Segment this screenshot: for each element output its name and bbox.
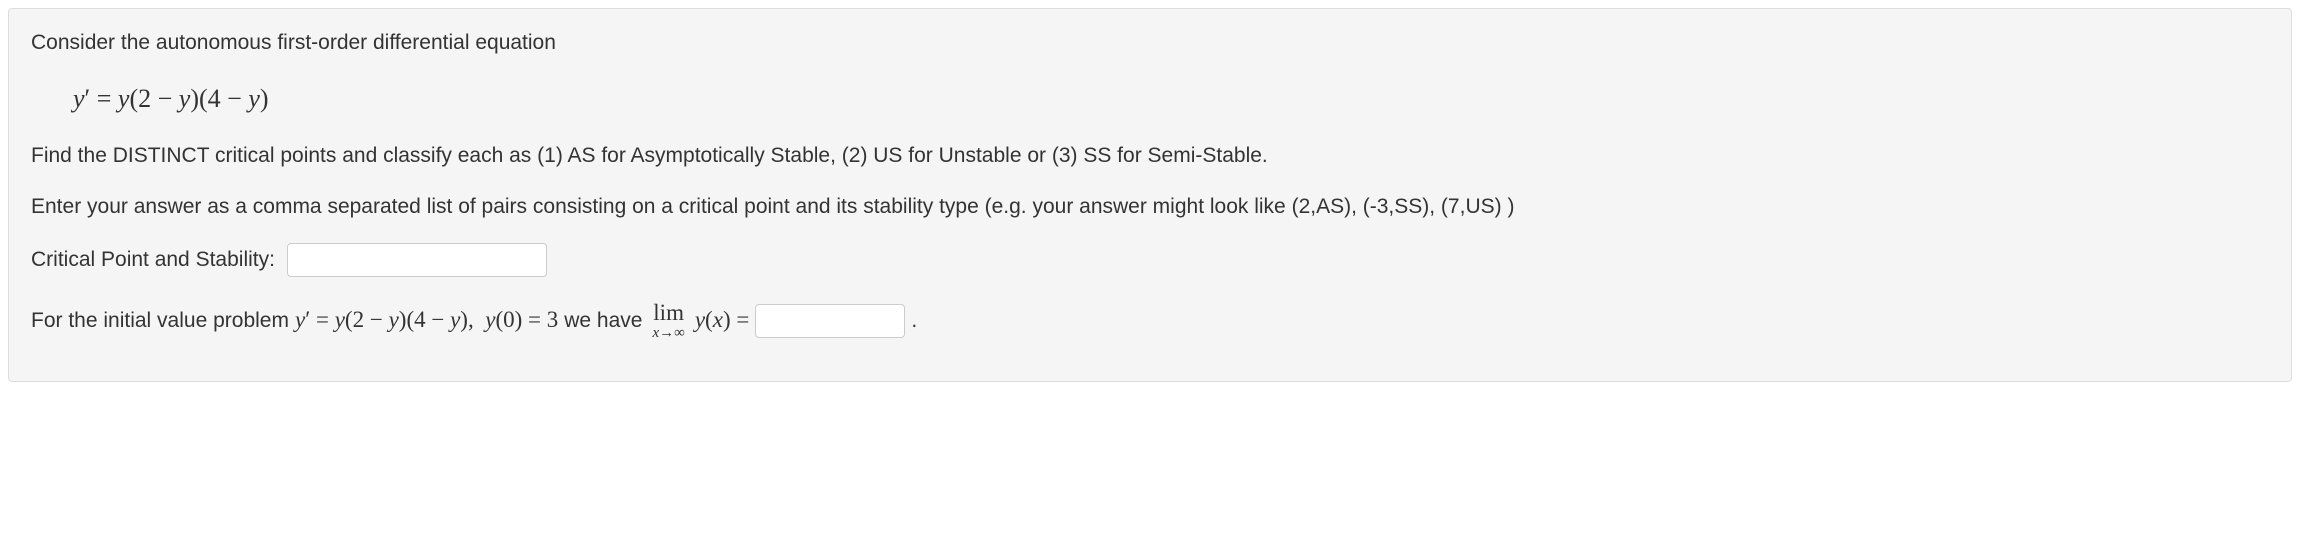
problem-container: Consider the autonomous first-order diff… [8, 8, 2292, 382]
intro-text: Consider the autonomous first-order diff… [31, 27, 2269, 59]
ivp-equation: y′ = y(2 − y)(4 − y), y(0) = 3 [295, 303, 558, 338]
ivp-after-limit: y(x) = [695, 303, 750, 338]
ivp-row: For the initial value problem y′ = y(2 −… [31, 301, 2269, 341]
instruction-format: Enter your answer as a comma separated l… [31, 191, 2269, 223]
instruction-classify: Find the DISTINCT critical points and cl… [31, 140, 2269, 172]
trailing-period: . [911, 305, 917, 337]
limit-top: lim [653, 301, 684, 324]
critical-point-label: Critical Point and Stability: [31, 244, 275, 276]
ivp-prefix: For the initial value problem [31, 305, 289, 337]
ivp-mid-text: we have [564, 305, 642, 337]
main-equation: y′ = y(2 − y)(4 − y) [73, 79, 2269, 118]
limit-bottom: x→∞ [652, 326, 684, 341]
limit-expression: lim x→∞ [652, 301, 684, 341]
limit-value-input[interactable] [755, 304, 905, 338]
critical-point-input[interactable] [287, 243, 547, 277]
critical-point-row: Critical Point and Stability: [31, 243, 2269, 277]
